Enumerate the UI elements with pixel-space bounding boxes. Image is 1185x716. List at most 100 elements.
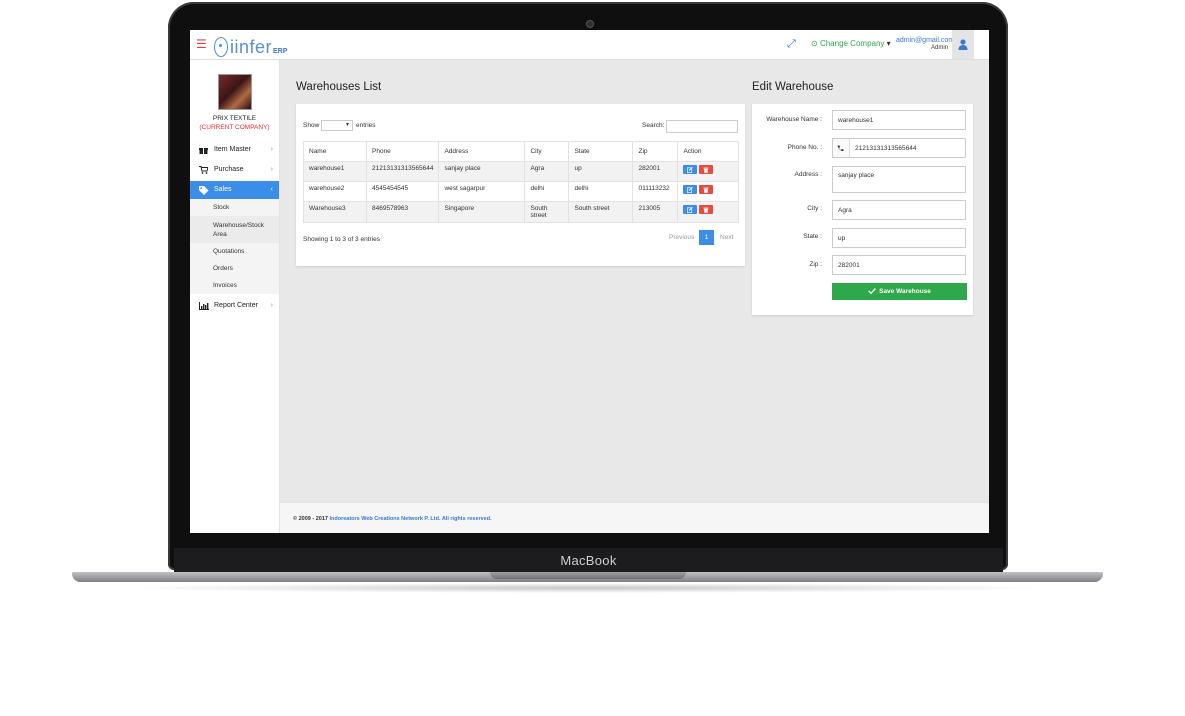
cell-state: up	[568, 161, 634, 182]
app-screen: ☰ iinfer ERP ⤢ ⊙ Change Company ▾ admin@…	[190, 30, 989, 533]
cell-city: delhi	[524, 181, 570, 202]
sidebar-item-purchase[interactable]: Purchase ›	[190, 161, 279, 179]
warehouses-table: Name Phone Address City State Zip Action…	[303, 141, 739, 223]
delete-button[interactable]	[699, 165, 714, 174]
warehouse-name-field[interactable]: warehouse1	[832, 110, 966, 130]
save-warehouse-button[interactable]: Save Warehouse	[832, 283, 967, 300]
address-textarea[interactable]: sanjay place	[832, 166, 966, 193]
page-size-select[interactable]	[321, 120, 353, 131]
sidebar-item-report-center[interactable]: Report Center ›	[190, 297, 279, 315]
refresh-icon: ⊙	[811, 39, 818, 48]
column-header[interactable]: City	[524, 141, 570, 162]
sidebar-subitem-label: Quotations	[213, 248, 245, 255]
hamburger-icon[interactable]: ☰	[196, 38, 207, 50]
pagination-previous[interactable]: Previous	[669, 234, 694, 241]
logo[interactable]: iinfer ERP	[214, 33, 287, 57]
sidebar-item-item-master[interactable]: Item Master ›	[190, 141, 279, 159]
zip-field[interactable]: 282001	[832, 255, 966, 275]
footer-company-link[interactable]: Indoreators Web Creations Network P. Ltd…	[329, 516, 440, 522]
list-title: Warehouses List	[296, 81, 382, 93]
change-company-menu[interactable]: ⊙ Change Company ▾	[811, 39, 891, 48]
pagination-page-1[interactable]: 1	[699, 230, 714, 245]
trash-icon	[703, 187, 709, 193]
cell-name: warehouse2	[303, 181, 367, 202]
cell-address: sanjay place	[438, 161, 526, 182]
column-header[interactable]: State	[568, 141, 634, 162]
address-label: Address :	[794, 171, 822, 178]
state-field[interactable]: up	[832, 228, 966, 248]
cell-action	[677, 201, 739, 223]
cart-icon	[199, 166, 209, 174]
user-icon	[958, 39, 968, 50]
current-company-label: (CURRENT COMPANY)	[199, 124, 270, 131]
delete-button[interactable]	[699, 205, 714, 214]
chevron-right-icon: ›	[270, 166, 273, 173]
edit-button[interactable]	[683, 205, 698, 214]
column-header[interactable]: Zip	[632, 141, 679, 162]
phone-icon	[837, 145, 844, 152]
footer-text: © 2009 - 2017 Indoreators Web Creations …	[293, 516, 492, 522]
edit-button[interactable]	[683, 185, 698, 194]
table-header-row: Name Phone Address City State Zip Action	[303, 141, 739, 162]
fullscreen-icon[interactable]: ⤢	[787, 38, 796, 51]
column-header[interactable]: Name	[303, 141, 367, 162]
sidebar-subitem-stock[interactable]: Stock	[190, 199, 279, 216]
cell-address: Singapore	[438, 201, 526, 223]
cell-zip: 282001	[632, 161, 679, 182]
save-label: Save Warehouse	[879, 288, 931, 295]
cell-city: Agra	[524, 161, 570, 182]
sidebar-subitem-label: Stock	[213, 204, 230, 211]
edit-icon	[687, 166, 694, 173]
laptop-shadow	[120, 583, 1055, 593]
pagination-next[interactable]: Next	[720, 234, 733, 241]
laptop-chin: MacBook	[174, 548, 1003, 574]
check-icon	[868, 288, 877, 295]
cell-state: delhi	[568, 181, 634, 202]
city-field[interactable]: Agra	[832, 200, 966, 220]
device-brand: MacBook	[560, 553, 617, 568]
trash-icon	[703, 207, 709, 213]
sidebar-subitem-label: Invoices	[213, 282, 237, 289]
show-label: Show	[303, 122, 320, 129]
table-row: warehouse1 21213131313565644 sanjay plac…	[303, 161, 739, 182]
cell-action	[677, 161, 739, 182]
edit-warehouse-panel: Warehouse Name : warehouse1 Phone No. : …	[752, 104, 973, 315]
sidebar-item-label: Purchase	[214, 166, 244, 173]
table-info: Showing 1 to 3 of 3 entries	[303, 236, 380, 243]
zip-label: Zip :	[809, 261, 822, 268]
warehouses-panel: Show entries Search: Name Phone Address …	[296, 104, 745, 266]
sidebar-subitem-warehouse[interactable]: Warehouse/Stock Area	[190, 216, 279, 243]
column-header[interactable]: Address	[438, 141, 526, 162]
company-avatar	[218, 74, 252, 110]
delete-button[interactable]	[699, 185, 714, 194]
footer-rights: All rights reserved.	[440, 516, 492, 522]
phone-field[interactable]: 21213131313565644	[832, 138, 966, 158]
search-input[interactable]	[666, 120, 738, 133]
cell-name: Warehouse3	[303, 201, 367, 223]
copyright: © 2009 - 2017	[293, 516, 330, 522]
footer: © 2009 - 2017 Indoreators Web Creations …	[280, 502, 989, 533]
city-label: City :	[807, 205, 822, 212]
user-role: Admin	[930, 45, 948, 51]
column-header[interactable]: Phone	[365, 141, 440, 162]
change-company-label: Change Company	[819, 39, 885, 48]
camera-icon	[586, 20, 594, 28]
sidebar-subitem-invoices[interactable]: Invoices	[190, 277, 279, 294]
top-bar: ☰ iinfer ERP ⤢ ⊙ Change Company ▾ admin@…	[190, 30, 989, 60]
phone-label: Phone No. :	[787, 144, 822, 151]
table-row: Warehouse3 8469578963 Singapore South st…	[303, 201, 739, 223]
sidebar-subitem-label: Warehouse/Stock Area	[213, 222, 265, 238]
phone-prefix	[833, 139, 850, 157]
user-menu-button[interactable]	[952, 30, 974, 59]
edit-icon	[687, 186, 694, 193]
edit-button[interactable]	[683, 165, 698, 174]
sidebar-subitem-orders[interactable]: Orders	[190, 260, 279, 277]
sidebar-item-sales[interactable]: Sales ‹	[190, 181, 279, 199]
user-email[interactable]: admin@gmail.com	[896, 37, 954, 44]
tag-icon	[199, 186, 209, 195]
sidebar-subitem-quotations[interactable]: Quotations	[190, 243, 279, 260]
chevron-left-icon: ‹	[270, 186, 273, 193]
table-row: warehouse2 4545454545 west sagarpur delh…	[303, 181, 739, 202]
sidebar-item-label: Item Master	[214, 146, 251, 153]
state-label: State :	[803, 233, 822, 240]
